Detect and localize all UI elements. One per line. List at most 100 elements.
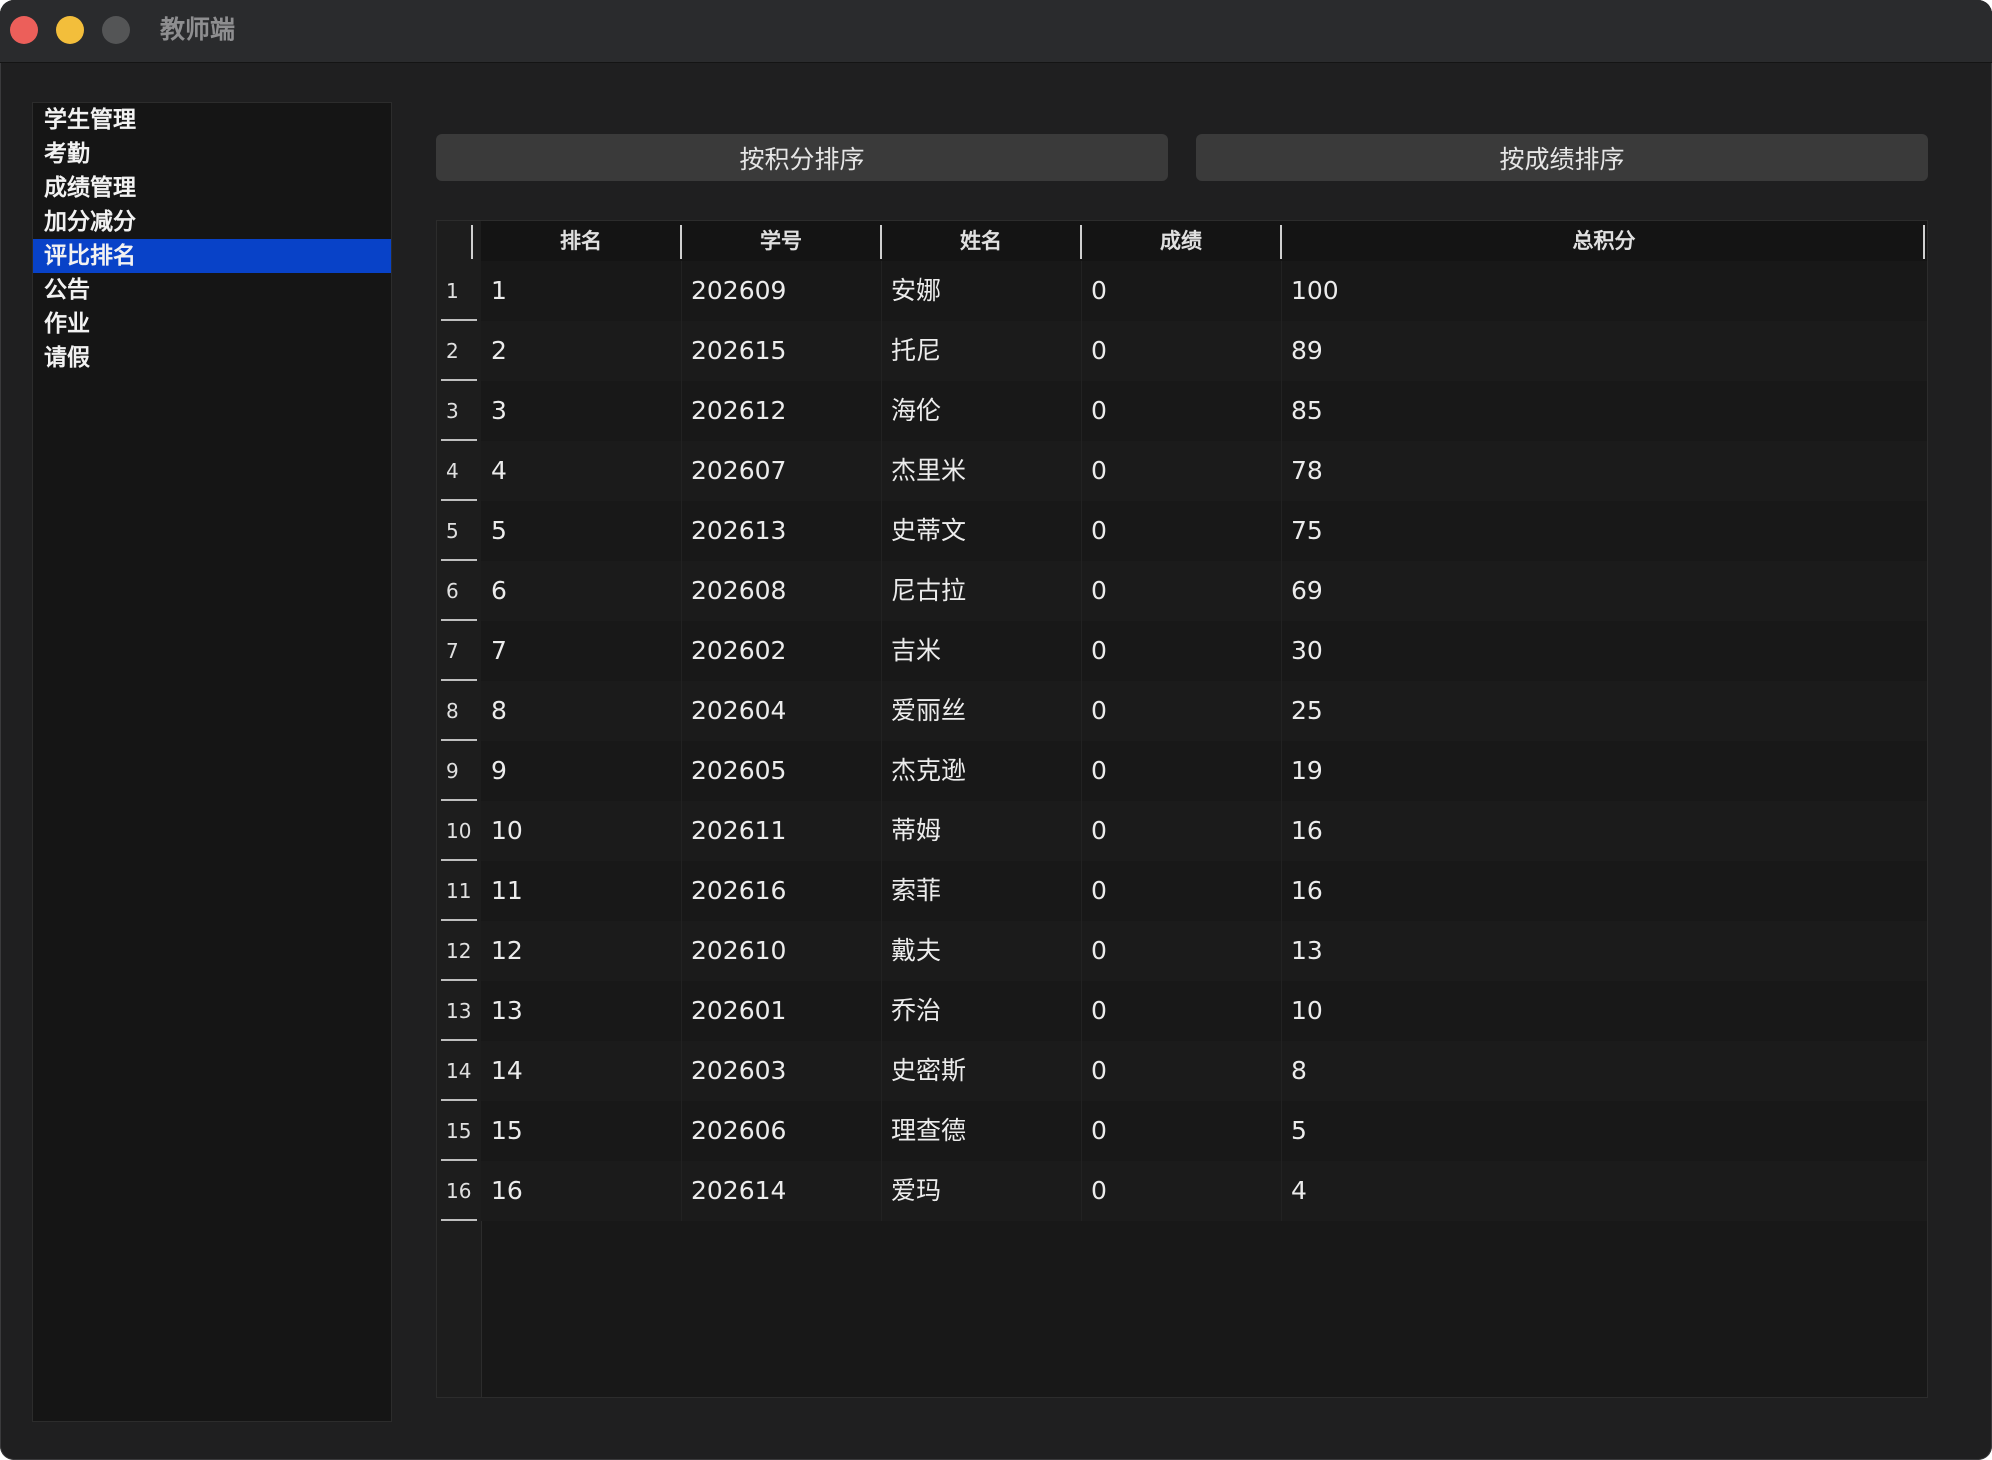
column-header-total-points[interactable]: 总积分 [1281, 221, 1927, 261]
cell-student-id[interactable]: 202603 [691, 1041, 786, 1101]
cell-rank[interactable]: 6 [491, 561, 507, 621]
cell-score[interactable]: 0 [1091, 921, 1107, 981]
table-row[interactable]: 8 202604 爱丽丝 0 25 [481, 681, 1927, 741]
cell-rank[interactable]: 3 [491, 381, 507, 441]
sort-by-points-button[interactable]: 按积分排序 [436, 134, 1168, 181]
table-row[interactable]: 7 202602 吉米 0 30 [481, 621, 1927, 681]
cell-rank[interactable]: 11 [491, 861, 523, 921]
table-row[interactable]: 13 202601 乔治 0 10 [481, 981, 1927, 1041]
cell-name[interactable]: 索菲 [891, 861, 941, 921]
sidebar-item-announcements[interactable]: 公告 [33, 273, 391, 307]
row-number[interactable]: 8 [437, 681, 481, 741]
cell-score[interactable]: 0 [1091, 381, 1107, 441]
cell-student-id[interactable]: 202615 [691, 321, 786, 381]
row-number[interactable]: 11 [437, 861, 481, 921]
row-number[interactable]: 3 [437, 381, 481, 441]
cell-rank[interactable]: 5 [491, 501, 507, 561]
table-row[interactable]: 12 202610 戴夫 0 13 [481, 921, 1927, 981]
table-row[interactable]: 4 202607 杰里米 0 78 [481, 441, 1927, 501]
maximize-window-button[interactable] [102, 16, 130, 44]
cell-rank[interactable]: 7 [491, 621, 507, 681]
cell-total-points[interactable]: 5 [1291, 1101, 1307, 1161]
cell-score[interactable]: 0 [1091, 801, 1107, 861]
cell-total-points[interactable]: 13 [1291, 921, 1323, 981]
table-row[interactable]: 3 202612 海伦 0 85 [481, 381, 1927, 441]
cell-rank[interactable]: 12 [491, 921, 523, 981]
table-row[interactable]: 1 202609 安娜 0 100 [481, 261, 1927, 321]
cell-student-id[interactable]: 202612 [691, 381, 786, 441]
row-number[interactable]: 6 [437, 561, 481, 621]
cell-score[interactable]: 0 [1091, 501, 1107, 561]
cell-total-points[interactable]: 8 [1291, 1041, 1307, 1101]
cell-student-id[interactable]: 202607 [691, 441, 786, 501]
cell-total-points[interactable]: 78 [1291, 441, 1323, 501]
sidebar-item-ranking[interactable]: 评比排名 [33, 239, 391, 273]
cell-total-points[interactable]: 30 [1291, 621, 1323, 681]
column-header-student-id[interactable]: 学号 [681, 221, 881, 261]
sidebar-item-student-management[interactable]: 学生管理 [33, 103, 391, 137]
cell-name[interactable]: 史蒂文 [891, 501, 966, 561]
cell-score[interactable]: 0 [1091, 1161, 1107, 1221]
row-number[interactable]: 1 [437, 261, 481, 321]
cell-rank[interactable]: 10 [491, 801, 523, 861]
cell-name[interactable]: 理查德 [891, 1101, 966, 1161]
cell-score[interactable]: 0 [1091, 441, 1107, 501]
sort-by-score-button[interactable]: 按成绩排序 [1196, 134, 1928, 181]
column-header-name[interactable]: 姓名 [881, 221, 1081, 261]
cell-name[interactable]: 爱玛 [891, 1161, 941, 1221]
cell-student-id[interactable]: 202616 [691, 861, 786, 921]
table-row[interactable]: 10 202611 蒂姆 0 16 [481, 801, 1927, 861]
cell-rank[interactable]: 16 [491, 1161, 523, 1221]
table-row[interactable]: 15 202606 理查德 0 5 [481, 1101, 1927, 1161]
table-row[interactable]: 11 202616 索菲 0 16 [481, 861, 1927, 921]
cell-student-id[interactable]: 202608 [691, 561, 786, 621]
cell-total-points[interactable]: 16 [1291, 861, 1323, 921]
cell-rank[interactable]: 1 [491, 261, 507, 321]
cell-name[interactable]: 蒂姆 [891, 801, 941, 861]
cell-total-points[interactable]: 25 [1291, 681, 1323, 741]
cell-rank[interactable]: 4 [491, 441, 507, 501]
cell-score[interactable]: 0 [1091, 981, 1107, 1041]
cell-score[interactable]: 0 [1091, 741, 1107, 801]
row-number[interactable]: 15 [437, 1101, 481, 1161]
cell-student-id[interactable]: 202604 [691, 681, 786, 741]
cell-rank[interactable]: 9 [491, 741, 507, 801]
row-number[interactable]: 16 [437, 1161, 481, 1221]
row-number[interactable]: 7 [437, 621, 481, 681]
cell-student-id[interactable]: 202613 [691, 501, 786, 561]
cell-total-points[interactable]: 85 [1291, 381, 1323, 441]
row-number[interactable]: 13 [437, 981, 481, 1041]
cell-score[interactable]: 0 [1091, 561, 1107, 621]
cell-total-points[interactable]: 10 [1291, 981, 1323, 1041]
cell-rank[interactable]: 8 [491, 681, 507, 741]
cell-score[interactable]: 0 [1091, 681, 1107, 741]
cell-rank[interactable]: 2 [491, 321, 507, 381]
table-row[interactable]: 14 202603 史密斯 0 8 [481, 1041, 1927, 1101]
cell-student-id[interactable]: 202609 [691, 261, 786, 321]
column-header-score[interactable]: 成绩 [1081, 221, 1281, 261]
cell-score[interactable]: 0 [1091, 861, 1107, 921]
cell-name[interactable]: 戴夫 [891, 921, 941, 981]
table-row[interactable]: 9 202605 杰克逊 0 19 [481, 741, 1927, 801]
cell-name[interactable]: 海伦 [891, 381, 941, 441]
cell-rank[interactable]: 15 [491, 1101, 523, 1161]
row-number[interactable]: 10 [437, 801, 481, 861]
cell-student-id[interactable]: 202614 [691, 1161, 786, 1221]
cell-total-points[interactable]: 75 [1291, 501, 1323, 561]
sidebar-item-homework[interactable]: 作业 [33, 307, 391, 341]
cell-name[interactable]: 托尼 [891, 321, 941, 381]
cell-student-id[interactable]: 202601 [691, 981, 786, 1041]
cell-total-points[interactable]: 4 [1291, 1161, 1307, 1221]
cell-score[interactable]: 0 [1091, 261, 1107, 321]
cell-name[interactable]: 杰里米 [891, 441, 966, 501]
cell-name[interactable]: 乔治 [891, 981, 941, 1041]
cell-score[interactable]: 0 [1091, 321, 1107, 381]
sidebar-item-grade-management[interactable]: 成绩管理 [33, 171, 391, 205]
row-number[interactable]: 12 [437, 921, 481, 981]
cell-rank[interactable]: 14 [491, 1041, 523, 1101]
table-row[interactable]: 5 202613 史蒂文 0 75 [481, 501, 1927, 561]
row-number[interactable]: 2 [437, 321, 481, 381]
row-number[interactable]: 5 [437, 501, 481, 561]
sidebar-item-attendance[interactable]: 考勤 [33, 137, 391, 171]
cell-student-id[interactable]: 202610 [691, 921, 786, 981]
